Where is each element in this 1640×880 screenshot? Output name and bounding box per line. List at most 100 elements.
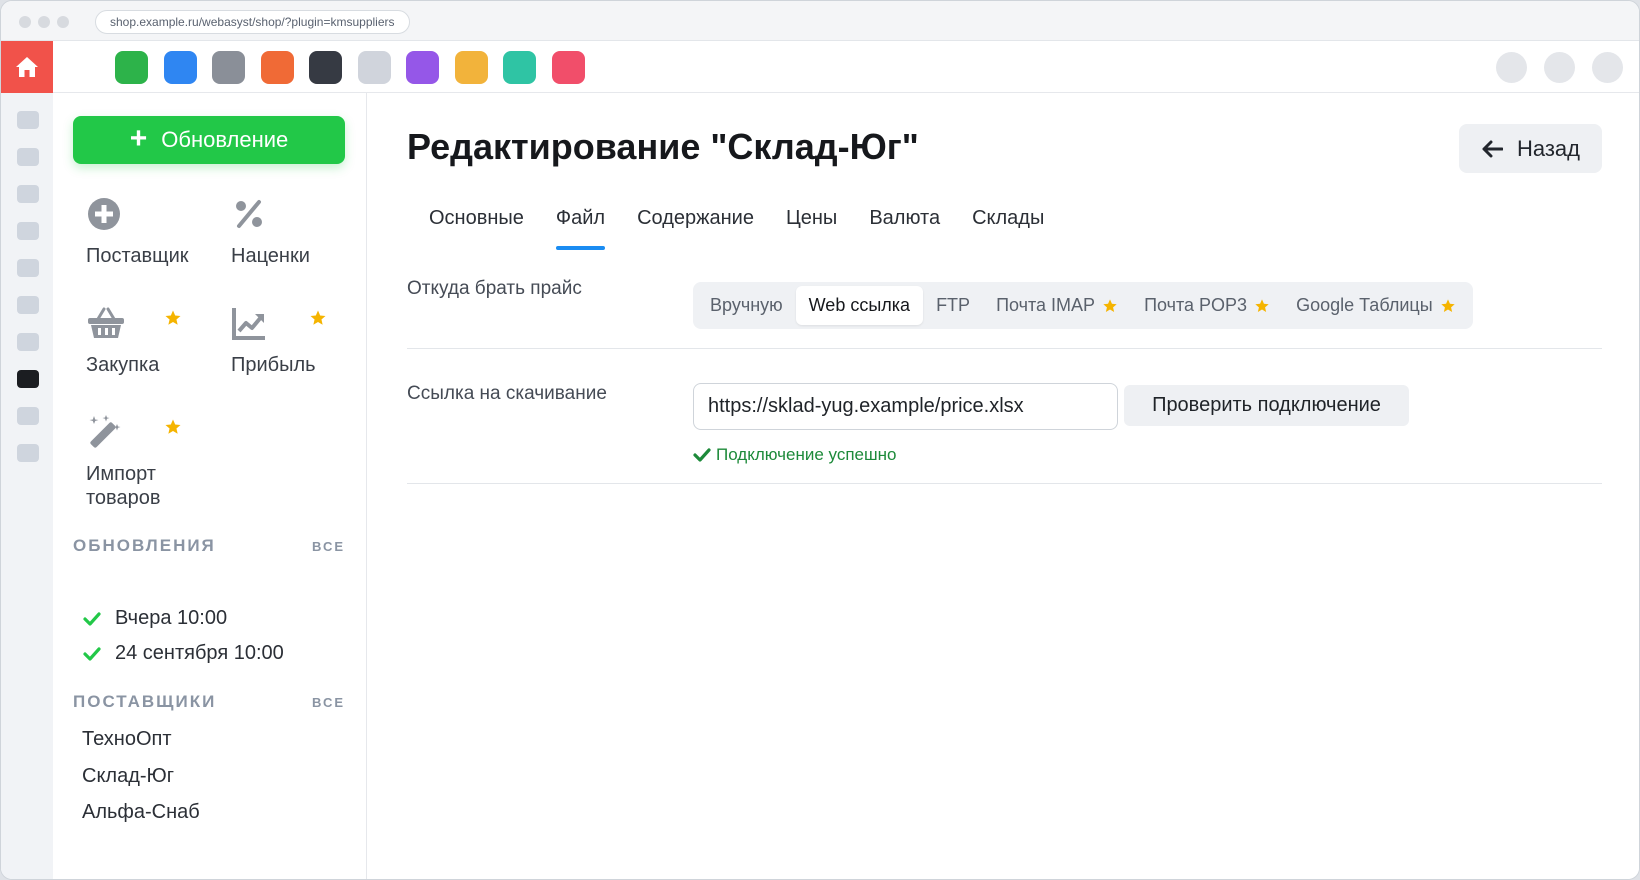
percent-icon [236, 200, 262, 228]
tile-label: Поставщик [86, 245, 189, 267]
home-icon [16, 57, 38, 77]
suppliers-section-header: ПОСТАВЩИКИ ВСЕ [73, 692, 345, 712]
download-url-input[interactable] [693, 383, 1118, 430]
help-avatar[interactable] [1544, 52, 1575, 83]
tile-profit[interactable]: Прибыль [231, 305, 371, 377]
notifications-avatar[interactable] [1496, 52, 1527, 83]
window-zoom-dot[interactable] [57, 16, 69, 28]
app-launcher-icon[interactable] [454, 51, 488, 84]
checkmark-icon [83, 646, 101, 661]
back-button-label: Назад [1516, 135, 1581, 161]
tab-basic[interactable]: Основные [429, 207, 524, 250]
source-selector: Вручную Web ссылка FTP Почта IMAP Почта … [693, 282, 1473, 329]
rail-item[interactable] [17, 222, 39, 240]
magic-wand-icon [89, 415, 121, 448]
rail-item[interactable] [17, 444, 39, 462]
tile-import-products[interactable]: Импорт товаров [86, 414, 226, 510]
update-button[interactable]: + Обновление [73, 116, 345, 164]
star-icon [310, 310, 326, 325]
rail-item-active[interactable] [17, 370, 39, 388]
source-option-imap[interactable]: Почта IMAP [983, 286, 1131, 325]
page-title: Редактирование "Склад-Юг" [407, 126, 919, 167]
app-launcher-icon[interactable] [163, 51, 197, 84]
suppliers-title: ПОСТАВЩИКИ [73, 692, 217, 711]
connection-status-text: Подключение успешно [716, 445, 897, 464]
star-icon [1255, 298, 1269, 312]
update-row[interactable]: 24 сентября 10:00 [83, 642, 284, 665]
source-option-label: Вручную [710, 295, 783, 315]
tab-prices[interactable]: Цены [786, 207, 837, 250]
app-launcher-icon[interactable] [551, 51, 585, 84]
source-option-pop3[interactable]: Почта POP3 [1131, 286, 1283, 325]
connection-status: Подключение успешно [693, 445, 896, 465]
tabs: Основные Файл Содержание Цены Валюта Скл… [429, 207, 1044, 250]
chart-line-icon [232, 308, 265, 340]
update-row[interactable]: Вчера 10:00 [83, 607, 227, 630]
tile-purchase[interactable]: Закупка [86, 305, 226, 377]
suppliers-all-link[interactable]: ВСЕ [312, 695, 345, 710]
app-topbar [1, 41, 1639, 93]
updates-title: ОБНОВЛЕНИЯ [73, 536, 216, 555]
source-option-label: Почта IMAP [996, 295, 1096, 315]
rail-item[interactable] [17, 407, 39, 425]
rail-item[interactable] [17, 296, 39, 314]
tile-label-line: Импорт [86, 463, 156, 485]
star-icon [1103, 298, 1117, 312]
user-avatar[interactable] [1592, 52, 1623, 83]
divider [407, 348, 1602, 349]
checkmark-icon [693, 448, 711, 462]
app-launcher-icon[interactable] [309, 51, 342, 84]
main-content: Редактирование "Склад-Юг" Назад Основные… [368, 93, 1639, 879]
window-close-dot[interactable] [19, 16, 31, 28]
sidebar: + Обновление Поставщик Наценки Закупка П… [53, 93, 367, 879]
tile-supplier[interactable]: Поставщик [86, 196, 226, 268]
rail-item[interactable] [17, 259, 39, 277]
updates-all-link[interactable]: ВСЕ [312, 539, 345, 554]
tab-content[interactable]: Содержание [637, 207, 754, 250]
arrow-left-icon [1482, 140, 1503, 157]
rail-item[interactable] [17, 111, 39, 129]
tile-markups[interactable]: Наценки [231, 196, 371, 268]
divider [407, 483, 1602, 484]
source-option-label: FTP [936, 295, 971, 315]
home-button[interactable] [1, 41, 53, 93]
source-option-label: Google Таблицы [1296, 295, 1433, 315]
source-option-google-sheets[interactable]: Google Таблицы [1283, 286, 1469, 325]
app-launcher-icon[interactable] [212, 51, 245, 84]
app-launcher-icon[interactable] [406, 51, 439, 84]
rail-item[interactable] [17, 148, 39, 166]
source-option-web-link[interactable]: Web ссылка [795, 286, 924, 325]
app-launcher-icon[interactable] [503, 51, 536, 84]
download-label: Ссылка на скачивание [407, 383, 607, 404]
basket-icon [88, 307, 124, 338]
app-launcher-icon[interactable] [357, 51, 391, 84]
supplier-item[interactable]: ТехноОпт [82, 728, 172, 751]
address-bar[interactable]: shop.example.ru/webasyst/shop/?plugin=km… [95, 10, 410, 34]
source-label: Откуда брать прайс [407, 278, 582, 299]
checkmark-icon [83, 611, 101, 626]
star-icon [165, 310, 181, 325]
browser-window: shop.example.ru/webasyst/shop/?plugin=km… [0, 0, 1640, 880]
source-option-ftp[interactable]: FTP [923, 286, 983, 325]
tile-label: Закупка [86, 354, 160, 376]
supplier-item[interactable]: Склад-Юг [82, 765, 174, 788]
tile-label-line: товаров [86, 487, 161, 509]
back-button[interactable]: Назад [1459, 124, 1602, 173]
app-launcher-icon[interactable] [260, 51, 294, 84]
tab-file[interactable]: Файл [555, 207, 606, 250]
window-minimize-dot[interactable] [38, 16, 50, 28]
app-rail [1, 93, 53, 879]
tab-warehouses[interactable]: Склады [972, 207, 1044, 250]
supplier-item[interactable]: Альфа-Снаб [82, 801, 200, 824]
update-time: 24 сентября 10:00 [115, 642, 284, 664]
updates-section-header: ОБНОВЛЕНИЯ ВСЕ [73, 536, 345, 556]
tile-label: Импорт товаров [86, 462, 226, 510]
check-connection-button[interactable]: Проверить подключение [1124, 385, 1409, 426]
rail-item[interactable] [17, 185, 39, 203]
source-option-manual[interactable]: Вручную [697, 286, 796, 325]
tile-label: Наценки [231, 245, 310, 267]
rail-item[interactable] [17, 333, 39, 351]
plus-circle-icon [88, 198, 120, 230]
tab-currency[interactable]: Валюта [869, 207, 940, 250]
app-launcher-icon[interactable] [115, 51, 148, 84]
